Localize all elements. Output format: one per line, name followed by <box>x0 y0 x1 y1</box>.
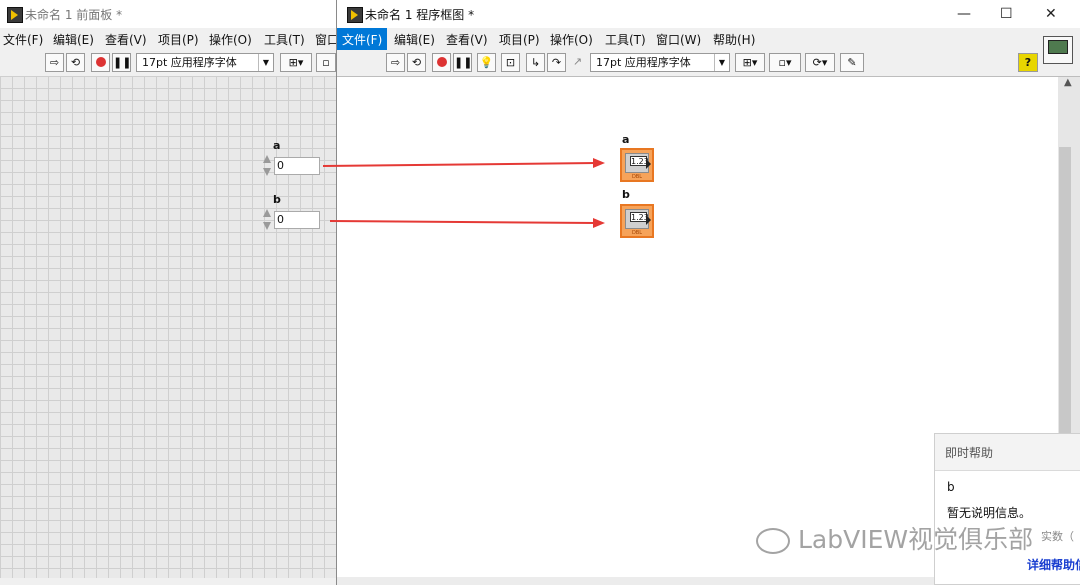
detailed-help-link[interactable]: 详细帮助信 <box>1027 556 1080 573</box>
arrow-b-line <box>329 220 597 224</box>
arrow-a-head <box>593 158 605 168</box>
wechat-logo-icon <box>756 528 790 554</box>
annotation-arrows <box>322 158 605 228</box>
context-help-title: 即时帮助 <box>945 446 994 460</box>
context-help-extra: 实数（ <box>1041 530 1074 543</box>
context-help-description: 暂无说明信息。 <box>947 506 1032 520</box>
watermark: LabVIEW视觉俱乐部 <box>756 520 1033 556</box>
arrow-b-head <box>593 218 605 228</box>
context-help-window: 即时帮助 b 暂无说明信息。 实数（ 详细帮助信 <box>934 433 1080 585</box>
arrow-a-line <box>322 162 597 167</box>
watermark-text: LabVIEW视觉俱乐部 <box>798 525 1034 554</box>
context-help-header[interactable]: 即时帮助 <box>935 434 1080 471</box>
context-help-item: b <box>947 480 955 494</box>
